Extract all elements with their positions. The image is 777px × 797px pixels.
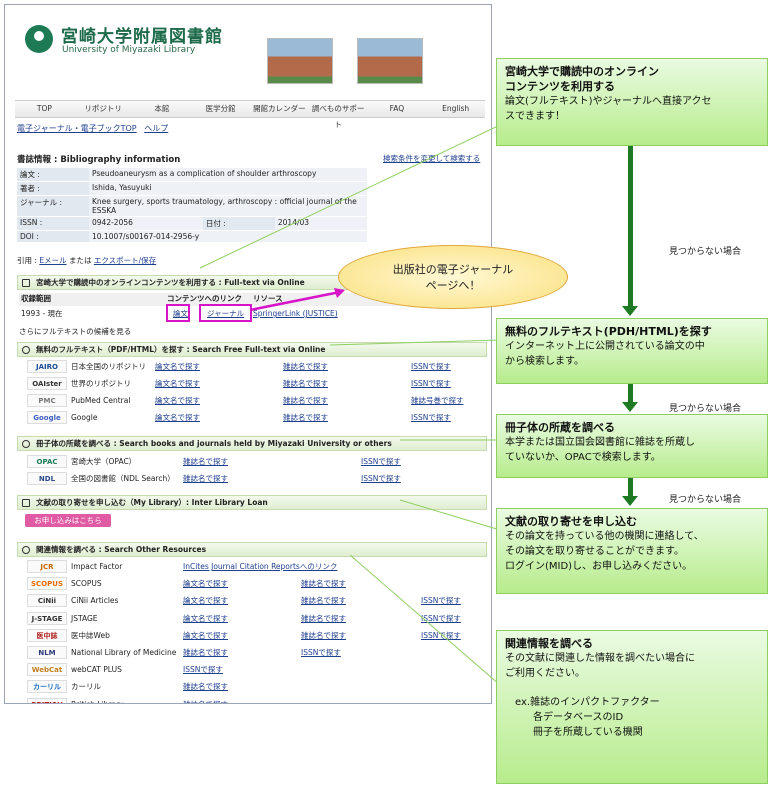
callout-title: 文献の取り寄せを申し込む <box>505 515 637 528</box>
callout-title: 冊子体の所蔵を調べる <box>505 421 615 434</box>
callout-example: ex.雑誌のインパクトファクター <box>515 697 660 708</box>
callout-example: 各データベースのID <box>533 712 624 723</box>
arrow-head <box>622 402 638 412</box>
callout-body: 本学または国立国会図書館に雑誌を所蔵し <box>505 437 695 448</box>
not-found-note: 見つからない場合 <box>669 404 742 414</box>
not-found-note: 見つからない場合 <box>669 247 742 257</box>
callout-title: 関連情報を調べる <box>505 637 593 650</box>
callout-body: その文献に関連した情報を調べたい場合に <box>505 653 695 664</box>
callout-holdings: 冊子体の所蔵を調べる 本学または国立国会図書館に雑誌を所蔵し ていないか、OPA… <box>496 414 768 478</box>
callout-body: から検索します。 <box>505 356 584 367</box>
arrow-head <box>622 306 638 316</box>
callout-body: ていないか、OPACで検索します。 <box>505 452 661 463</box>
callout-subscribed: 宮崎大学で購読中のオンライン コンテンツを利用する 論文(フルテキスト)やジャー… <box>496 58 768 146</box>
flow-arrow <box>628 384 633 402</box>
bubble-line: 出版社の電子ジャーナル <box>392 263 514 276</box>
publisher-bubble: 出版社の電子ジャーナル ページへ！ <box>338 245 568 309</box>
callout-title: 宮崎大学で購読中のオンライン <box>505 65 659 78</box>
flow-arrow <box>628 478 633 496</box>
callout-body: インターネット上に公開されている論文の中 <box>505 341 705 352</box>
arrow-head <box>622 496 638 506</box>
callout-body: ご利用ください。 <box>505 668 585 679</box>
flow-arrow <box>628 146 633 306</box>
callout-related: 関連情報を調べる その文献に関連した情報を調べたい場合に ご利用ください。 ex… <box>496 630 768 784</box>
callout-title: コンテンツを利用する <box>505 80 615 93</box>
callout-example: 冊子を所蔵している機関 <box>533 727 643 738</box>
callout-free: 無料のフルテキスト(PDH/HTML)を探す インターネット上に公開されている論… <box>496 318 768 384</box>
not-found-note: 見つからない場合 <box>669 495 742 505</box>
callout-body: ログイン(MID)し、お申し込みください。 <box>505 561 693 572</box>
callout-body: スできます！ <box>505 111 565 122</box>
callout-body: その論文を持っている他の機関に連絡して、 <box>505 531 704 542</box>
callout-ill: 文献の取り寄せを申し込む その論文を持っている他の機関に連絡して、 その論文を取… <box>496 508 768 594</box>
callout-title: 無料のフルテキスト(PDH/HTML)を探す <box>505 325 712 338</box>
callout-body: その論文を取り寄せることができます。 <box>505 546 684 557</box>
callout-body: 論文(フルテキスト)やジャーナルへ直接アクセ <box>505 96 712 107</box>
bubble-line: ページへ！ <box>425 279 481 292</box>
